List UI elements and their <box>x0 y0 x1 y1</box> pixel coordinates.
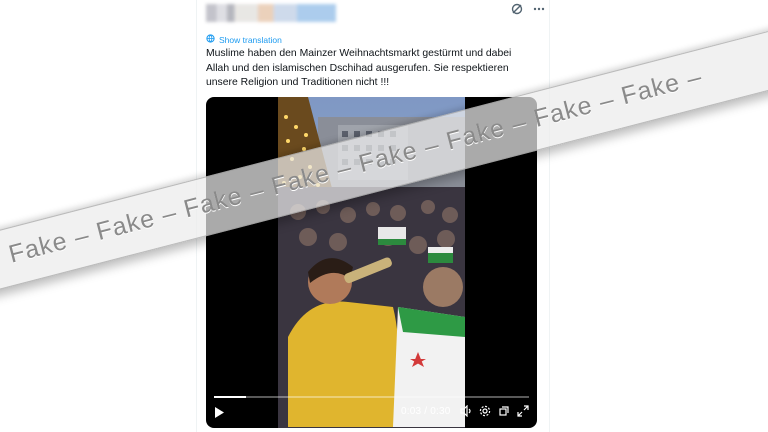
grok-icon[interactable] <box>510 2 524 16</box>
video-controls: 0:03 / 0:30 <box>206 394 537 428</box>
tweet-text: Muslime haben den Mainzer Weihnachtsmark… <box>206 48 512 88</box>
video-progress-bar[interactable] <box>214 396 529 398</box>
blurred-author <box>206 4 336 22</box>
video-control-icons <box>460 404 529 420</box>
show-translation-label[interactable]: Show translation <box>219 35 282 45</box>
video-time: 0:03 / 0:30 <box>401 406 451 417</box>
show-translation-link[interactable]: Show translation <box>206 34 282 45</box>
picture-in-picture-icon[interactable] <box>498 405 510 420</box>
tweet-header-actions <box>510 2 546 16</box>
fullscreen-icon[interactable] <box>517 405 529 420</box>
video-progress-fill <box>214 396 246 398</box>
settings-icon[interactable] <box>479 405 491 420</box>
translate-icon <box>206 34 215 45</box>
play-icon[interactable] <box>214 407 224 421</box>
more-icon[interactable] <box>532 2 546 16</box>
volume-icon[interactable] <box>460 404 472 420</box>
